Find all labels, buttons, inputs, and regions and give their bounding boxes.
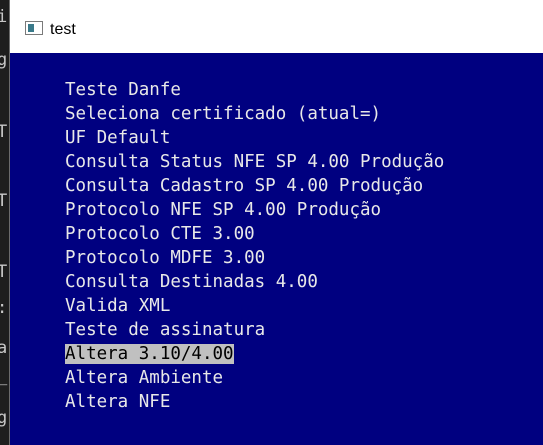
background-text: : xyxy=(0,300,7,317)
console-menu: Teste Danfe Seleciona certificado (atual… xyxy=(65,78,444,414)
menu-item-protocolo-mdfe[interactable]: Protocolo MDFE 3.00 xyxy=(65,246,444,270)
menu-item-valida-xml[interactable]: Valida XML xyxy=(65,294,444,318)
menu-item-consulta-cadastro[interactable]: Consulta Cadastro SP 4.00 Produção xyxy=(65,174,444,198)
console-window[interactable]: test Teste Danfe Seleciona certificado (… xyxy=(9,0,543,445)
menu-item-teste-danfe[interactable]: Teste Danfe xyxy=(65,78,444,102)
title-bar[interactable]: test xyxy=(10,0,543,53)
background-text: _ xyxy=(0,368,7,385)
menu-item-seleciona-certificado[interactable]: Seleciona certificado (atual=) xyxy=(65,102,444,126)
background-text: T xyxy=(0,191,8,211)
background-window: i g T T T : a _ g xyxy=(0,0,9,445)
window-title: test xyxy=(50,21,76,38)
background-text: g xyxy=(0,408,8,428)
background-text: i xyxy=(0,7,8,27)
menu-item-protocolo-cte[interactable]: Protocolo CTE 3.00 xyxy=(65,222,444,246)
menu-item-teste-assinatura[interactable]: Teste de assinatura xyxy=(65,318,444,342)
console-window-icon[interactable] xyxy=(25,21,43,35)
menu-item-altera-ambiente[interactable]: Altera Ambiente xyxy=(65,366,444,390)
menu-item-altera-nfe[interactable]: Altera NFE xyxy=(65,390,444,414)
menu-item-consulta-destinadas[interactable]: Consulta Destinadas 4.00 xyxy=(65,270,444,294)
menu-item-uf-default[interactable]: UF Default xyxy=(65,126,444,150)
menu-item-consulta-status-nfe[interactable]: Consulta Status NFE SP 4.00 Produção xyxy=(65,150,444,174)
background-text: a xyxy=(0,338,8,358)
background-text: T xyxy=(0,122,8,142)
background-text: g xyxy=(0,50,8,70)
menu-item-altera-versao[interactable]: Altera 3.10/4.00 xyxy=(65,342,444,366)
menu-item-protocolo-nfe[interactable]: Protocolo NFE SP 4.00 Produção xyxy=(65,198,444,222)
background-text: T xyxy=(0,262,8,282)
